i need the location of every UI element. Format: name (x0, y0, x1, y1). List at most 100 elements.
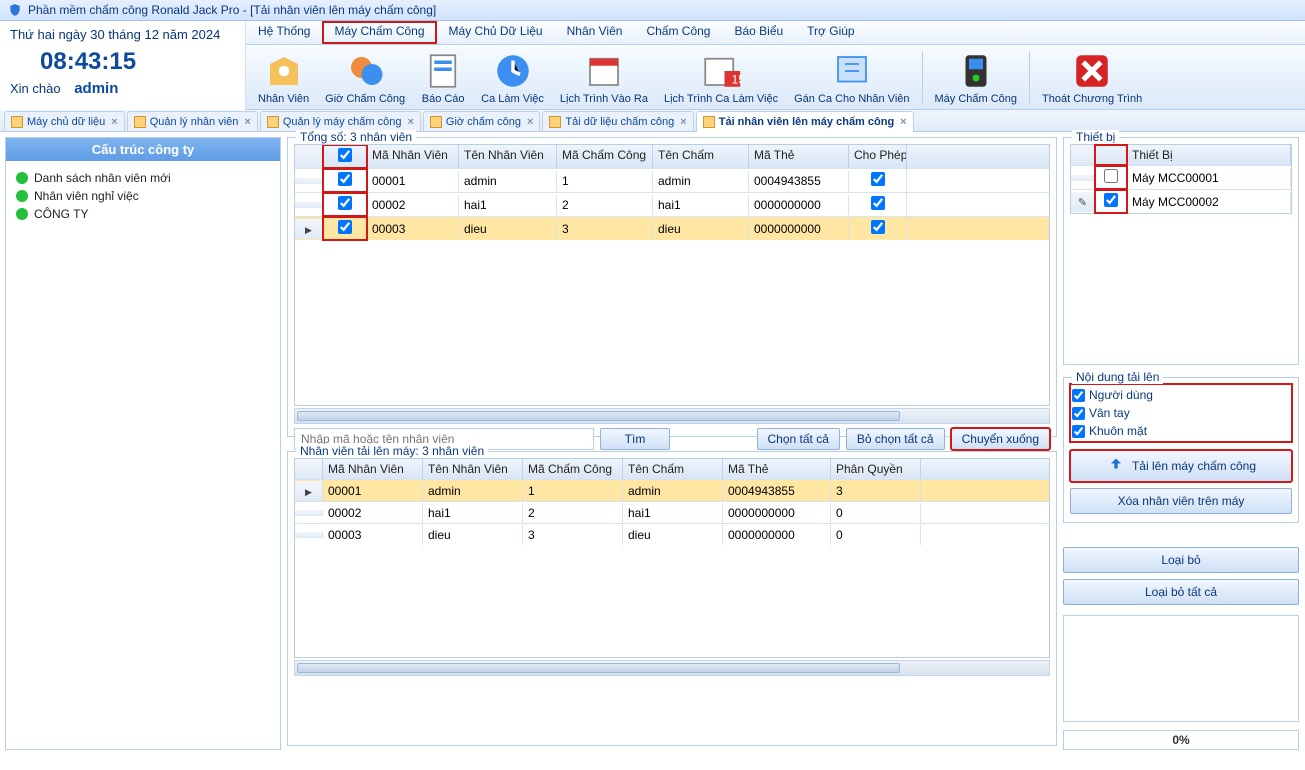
company-tree: Danh sách nhân viên mớiNhân viên nghỉ vi… (6, 161, 280, 231)
ribbon-exit[interactable]: Thoát Chương Trình (1034, 47, 1150, 107)
row-header (295, 481, 323, 501)
deselect-all-button[interactable]: Bỏ chọn tất cả (846, 428, 945, 450)
upload-opt-0[interactable]: Người dùng (1072, 386, 1292, 404)
col-header-2[interactable]: Mã Nhân Viên (367, 145, 459, 168)
ribbon-shifts[interactable]: Ca Làm Việc (473, 47, 552, 107)
menu-item-2[interactable]: Máy Chủ Dữ Liệu (437, 21, 555, 44)
row-checkbox[interactable] (338, 172, 352, 186)
ribbon-assign-shift[interactable]: Gán Ca Cho Nhân Viên (786, 47, 917, 107)
doc-tab-4[interactable]: Tải dữ liệu chấm công× (542, 111, 693, 131)
perm-checkbox[interactable] (871, 196, 885, 210)
col-header-2[interactable]: Tên Nhân Viên (423, 459, 523, 479)
ribbon-device[interactable]: Máy Chấm Công (927, 47, 1026, 107)
upload-grid[interactable]: Mã Nhân ViênTên Nhân ViênMã Chấm CôngTên… (294, 458, 1050, 658)
devices-legend: Thiết bị (1072, 130, 1119, 144)
row-checkbox[interactable] (338, 196, 352, 210)
menu-item-5[interactable]: Báo Biểu (722, 21, 795, 44)
tree-node-2[interactable]: CÔNG TY (16, 205, 270, 223)
close-icon[interactable]: × (900, 116, 906, 128)
doc-tab-3[interactable]: Giờ chấm công× (423, 111, 541, 131)
ribbon-employees[interactable]: Nhân Viên (250, 47, 317, 107)
table-row[interactable]: 00002hai12hai10000000000 (295, 192, 1049, 216)
close-icon[interactable]: × (407, 116, 413, 128)
device-row[interactable]: Máy MCC00001 (1071, 165, 1291, 189)
device-col-header[interactable]: Thiết Bị (1127, 145, 1291, 165)
table-row[interactable]: 00001admin1admin00049438553 (295, 479, 1049, 501)
tree-node-1[interactable]: Nhân viên nghỉ việc (16, 187, 270, 205)
col-header-6[interactable]: Phân Quyền (831, 459, 921, 479)
ribbon-inout-schedule[interactable]: Lịch Trình Vào Ra (552, 47, 656, 107)
upload-button[interactable]: Tải lên máy chấm công (1070, 450, 1292, 482)
upload-opt-1[interactable]: Vân tay (1072, 404, 1292, 422)
device-row[interactable]: Máy MCC00002 (1071, 189, 1291, 213)
inout-schedule-icon (582, 49, 626, 93)
status-dot-icon (16, 190, 28, 202)
close-icon[interactable]: × (244, 116, 250, 128)
col-header-7[interactable]: Cho Phép (849, 145, 907, 168)
menu-item-0[interactable]: Hệ Thống (246, 21, 322, 44)
devices-grid[interactable]: Thiết BịMáy MCC00001Máy MCC00002 (1070, 144, 1292, 214)
status-dot-icon (16, 208, 28, 220)
window-title: Phần mềm chấm công Ronald Jack Pro - [Tả… (28, 3, 436, 17)
row-header (295, 219, 323, 239)
tab-icon (703, 116, 715, 128)
doc-tab-1[interactable]: Quản lý nhân viên× (127, 111, 258, 131)
col-header-5[interactable]: Tên Chấm (653, 145, 749, 168)
row-header (295, 202, 323, 208)
row-checkbox-cell[interactable] (323, 217, 367, 240)
close-icon[interactable]: × (111, 116, 117, 128)
col-header-3[interactable]: Mã Chấm Công (523, 459, 623, 479)
col-header-5[interactable]: Mã Thẻ (723, 459, 831, 479)
doc-tab-2[interactable]: Quản lý máy chấm công× (260, 111, 421, 131)
header-checkbox[interactable] (338, 148, 352, 162)
title-bar: Phần mềm chấm công Ronald Jack Pro - [Tả… (0, 0, 1305, 21)
col-header-0[interactable] (295, 145, 323, 168)
table-row[interactable]: 00001admin1admin0004943855 (295, 168, 1049, 192)
menu-item-6[interactable]: Trợ Giúp (795, 21, 866, 44)
col-header-1[interactable] (323, 145, 367, 168)
employees-icon (262, 49, 306, 93)
col-header-1[interactable]: Mã Nhân Viên (323, 459, 423, 479)
opt-checkbox[interactable] (1072, 407, 1085, 420)
remove-button[interactable]: Loại bỏ (1063, 547, 1299, 573)
close-icon[interactable]: × (527, 116, 533, 128)
device-checkbox[interactable] (1104, 193, 1118, 207)
doc-tab-5[interactable]: Tải nhân viên lên máy chấm công× (696, 111, 914, 132)
current-date: Thứ hai ngày 30 tháng 12 năm 2024 (10, 27, 235, 42)
row-checkbox-cell[interactable] (323, 193, 367, 216)
device-checkbox[interactable] (1104, 169, 1118, 183)
row-checkbox[interactable] (338, 220, 352, 234)
perm-checkbox[interactable] (871, 172, 885, 186)
tree-node-0[interactable]: Danh sách nhân viên mới (16, 169, 270, 187)
col-header-6[interactable]: Mã Thẻ (749, 145, 849, 168)
row-checkbox-cell[interactable] (323, 169, 367, 192)
ribbon-reports[interactable]: Báo Cáo (413, 47, 473, 107)
search-button[interactable]: Tìm (600, 428, 670, 450)
doc-tab-0[interactable]: Máy chủ dữ liệu× (4, 111, 125, 131)
col-header-4[interactable]: Tên Chấm (623, 459, 723, 479)
opt-checkbox[interactable] (1072, 425, 1085, 438)
move-down-button[interactable]: Chuyển xuống (951, 428, 1050, 450)
upload-grid-scrollbar[interactable] (294, 660, 1050, 676)
reports-icon (421, 49, 465, 93)
table-row[interactable]: 00003dieu3dieu0000000000 (295, 216, 1049, 240)
table-row[interactable]: 00003dieu3dieu00000000000 (295, 523, 1049, 545)
opt-checkbox[interactable] (1072, 389, 1085, 402)
table-row[interactable]: 00002hai12hai100000000000 (295, 501, 1049, 523)
upload-opt-2[interactable]: Khuôn mặt (1072, 422, 1292, 440)
col-header-0[interactable] (295, 459, 323, 479)
delete-on-device-button[interactable]: Xóa nhân viên trên máy (1070, 488, 1292, 514)
remove-all-button[interactable]: Loại bỏ tất cả (1063, 579, 1299, 605)
grid-scrollbar[interactable] (294, 408, 1050, 424)
menu-item-3[interactable]: Nhân Viên (555, 21, 635, 44)
col-header-4[interactable]: Mã Chấm Công (557, 145, 653, 168)
select-all-button[interactable]: Chọn tất cả (757, 428, 840, 450)
menu-item-1[interactable]: Máy Chấm Công (322, 21, 436, 44)
employees-grid[interactable]: Mã Nhân ViênTên Nhân ViênMã Chấm CôngTên… (294, 144, 1050, 406)
ribbon-shift-schedule[interactable]: 15Lịch Trình Ca Làm Việc (656, 47, 786, 107)
close-icon[interactable]: × (680, 116, 686, 128)
perm-checkbox[interactable] (871, 220, 885, 234)
ribbon-att-hours[interactable]: Giờ Chấm Công (317, 47, 413, 107)
col-header-3[interactable]: Tên Nhân Viên (459, 145, 557, 168)
menu-item-4[interactable]: Chấm Công (634, 21, 722, 44)
